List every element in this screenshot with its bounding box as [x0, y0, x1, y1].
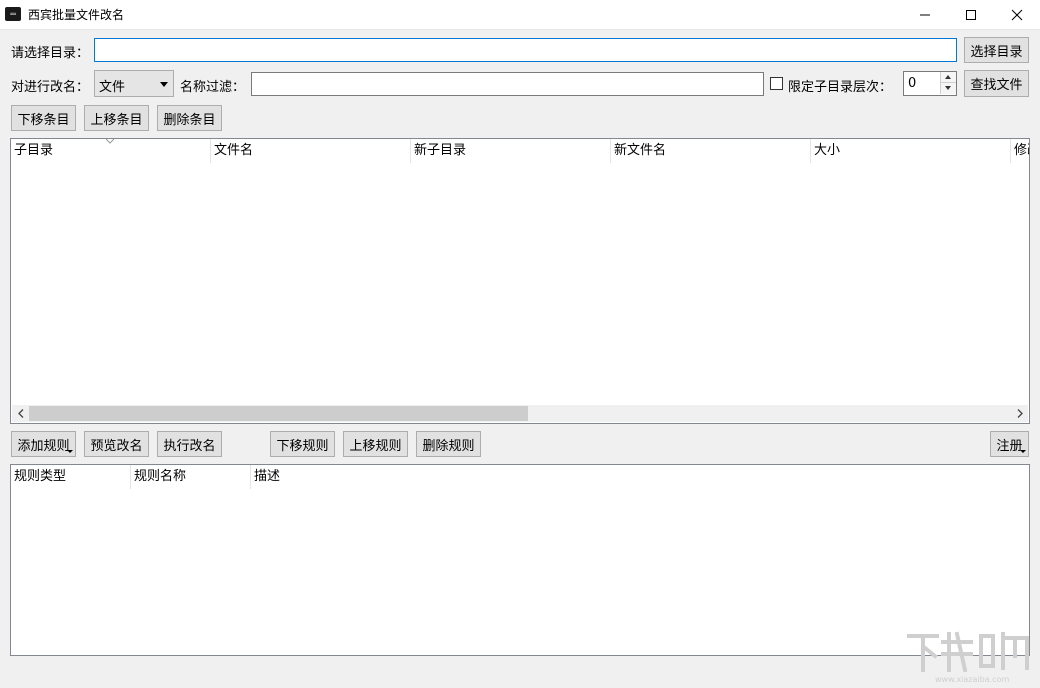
close-icon	[1011, 9, 1023, 21]
chevron-down-icon	[160, 82, 168, 87]
find-files-button[interactable]: 查找文件	[964, 70, 1029, 97]
move-item-up-button[interactable]: 上移条目	[84, 105, 149, 131]
scroll-left-icon[interactable]	[12, 405, 29, 422]
file-list[interactable]: 子目录 文件名 新子目录 新文件名 大小 修改	[10, 138, 1030, 424]
directory-label: 请选择目录：	[11, 46, 90, 61]
move-item-down-button[interactable]: 下移条目	[11, 105, 76, 131]
rule-list[interactable]: 规则类型 规则名称 描述	[10, 464, 1030, 656]
column-header-size[interactable]: 大小	[811, 139, 1011, 163]
rule-list-header: 规则类型 规则名称 描述	[11, 465, 451, 489]
scrollbar-thumb[interactable]	[29, 406, 528, 421]
execute-rename-button[interactable]: 执行改名	[157, 431, 222, 457]
scroll-right-icon[interactable]	[1011, 405, 1028, 422]
column-header-rule-type[interactable]: 规则类型	[11, 465, 131, 489]
column-header-modified[interactable]: 修改	[1011, 139, 1029, 163]
register-button[interactable]: 注册	[990, 431, 1029, 457]
move-rule-up-button[interactable]: 上移规则	[343, 431, 408, 457]
column-header-new-filename[interactable]: 新文件名	[611, 139, 811, 163]
file-list-header: 子目录 文件名 新子目录 新文件名 大小 修改	[11, 139, 1029, 163]
minimize-button[interactable]	[902, 0, 948, 30]
name-filter-label: 名称过滤：	[180, 80, 246, 95]
limit-depth-checkbox[interactable]	[770, 77, 783, 90]
column-header-rule-name[interactable]: 规则名称	[131, 465, 251, 489]
maximize-icon	[966, 10, 976, 20]
close-button[interactable]	[994, 0, 1040, 30]
column-header-description[interactable]: 描述	[251, 465, 451, 489]
horizontal-scrollbar[interactable]	[12, 405, 1028, 422]
maximize-button[interactable]	[948, 0, 994, 30]
browse-directory-button[interactable]: 选择目录	[964, 37, 1029, 63]
title-bar: ▭ 西宾批量文件改名	[0, 0, 1040, 30]
window-title: 西宾批量文件改名	[28, 8, 125, 22]
name-filter-input[interactable]	[251, 72, 764, 96]
directory-input[interactable]	[94, 38, 957, 62]
column-header-filename[interactable]: 文件名	[211, 139, 411, 163]
column-header-subdir[interactable]: 子目录	[11, 139, 211, 163]
preview-rename-button[interactable]: 预览改名	[84, 431, 149, 457]
column-header-label: 子目录	[14, 143, 54, 158]
rename-target-select[interactable]: 文件	[94, 70, 174, 97]
watermark-logo: www.xiazaiba.com	[907, 631, 1029, 684]
add-rule-button[interactable]: 添加规则	[11, 431, 76, 457]
spin-up-icon[interactable]	[940, 72, 956, 83]
rename-target-value: 文件	[99, 80, 126, 95]
limit-depth-label: 限定子目录层次：	[788, 80, 893, 95]
app-icon: ▭	[5, 7, 21, 21]
sort-caret-icon	[106, 139, 114, 144]
depth-stepper[interactable]: 0	[903, 71, 957, 96]
spin-down-icon[interactable]	[940, 83, 956, 94]
delete-rule-button[interactable]: 删除规则	[416, 431, 481, 457]
svg-text:www.xiazaiba.com: www.xiazaiba.com	[935, 675, 1009, 684]
delete-item-button[interactable]: 删除条目	[157, 105, 222, 131]
minimize-icon	[920, 14, 930, 16]
depth-value: 0	[908, 76, 917, 91]
rename-target-label: 对进行改名：	[11, 80, 90, 95]
move-rule-down-button[interactable]: 下移规则	[270, 431, 335, 457]
column-header-new-subdir[interactable]: 新子目录	[411, 139, 611, 163]
